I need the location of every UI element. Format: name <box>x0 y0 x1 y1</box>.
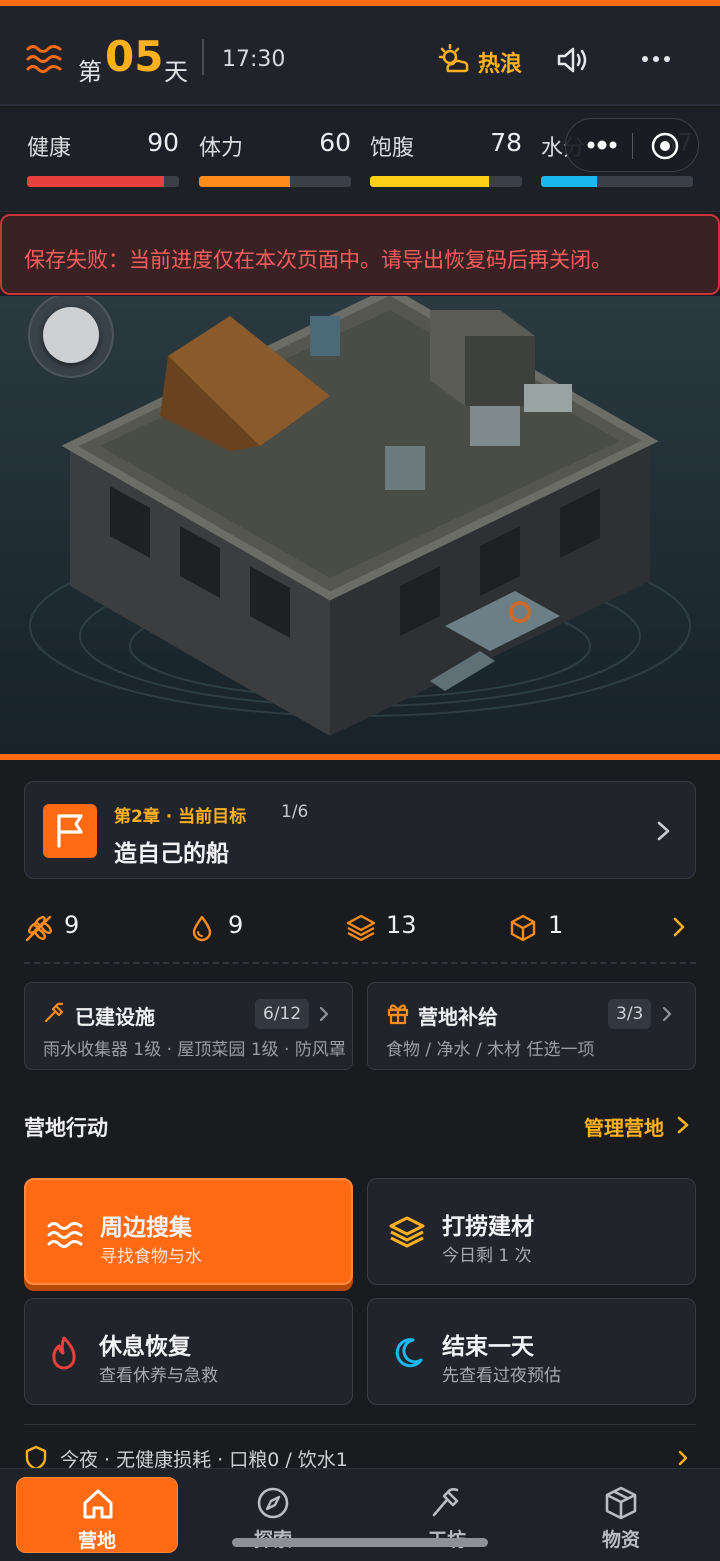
capsule-close-icon[interactable] <box>650 131 680 161</box>
flag-icon <box>43 804 97 858</box>
chevron-right-icon <box>673 917 685 937</box>
goal-title: 造自己的船 <box>114 841 229 867</box>
action-subtitle: 今日剩 1 次 <box>442 1246 532 1266</box>
dashed-divider <box>24 962 696 964</box>
stat-label: 体力 <box>199 136 244 161</box>
chevron-right-icon[interactable] <box>676 1114 690 1136</box>
home-icon <box>83 1489 113 1519</box>
virtual-joystick[interactable] <box>28 296 114 378</box>
supplies-card[interactable]: 营地补给 3/3 食物 / 净水 / 木材 任选一项 <box>367 982 696 1070</box>
stat-value: 90 <box>147 128 179 157</box>
facilities-card[interactable]: 已建设施 6/12 雨水收集器 1级 · 屋顶菜园 1级 · 防风罩 <box>24 982 353 1070</box>
game-time: 17:30 <box>222 47 286 72</box>
facilities-title: 已建设施 <box>75 1005 155 1029</box>
stat-value: 60 <box>319 128 351 157</box>
resource-value: 13 <box>386 911 417 939</box>
save-error-text: 保存失败：当前进度仅在本次页面中。请导出恢复码后再关闭。 <box>24 248 612 272</box>
supplies-options: 食物 / 净水 / 木材 任选一项 <box>386 1040 595 1060</box>
bottom-tab-bar: 营地 探索 工坊 物资 <box>0 1468 720 1561</box>
goal-chapter: 第2章 · 当前目标 <box>114 807 247 827</box>
action-title: 周边搜集 <box>100 1215 192 1241</box>
game-scene[interactable] <box>0 296 720 754</box>
action-title: 休息恢复 <box>99 1334 191 1360</box>
manage-camp-link[interactable]: 管理营地 <box>584 1112 664 1141</box>
layers-icon <box>389 1216 425 1248</box>
facilities-list: 雨水收集器 1级 · 屋顶菜园 1级 · 防风罩 <box>43 1040 346 1060</box>
flame-icon <box>52 1336 76 1370</box>
hammer-icon <box>44 1002 64 1023</box>
day-number: 05 <box>105 32 164 81</box>
resource-value: 9 <box>228 911 244 939</box>
save-error-banner: 保存失败：当前进度仅在本次页面中。请导出恢复码后再关闭。 <box>0 214 720 295</box>
mini-program-capsule <box>565 118 699 172</box>
stat-bar <box>199 176 351 187</box>
supplies-count-badge: 3/3 <box>608 999 652 1029</box>
chevron-right-icon <box>657 821 670 841</box>
water-drop-icon <box>192 915 212 942</box>
weather-label[interactable]: 热浪 <box>478 46 522 78</box>
grain-icon <box>25 915 52 942</box>
wave-icon <box>26 45 62 73</box>
home-indicator <box>232 1538 488 1547</box>
facilities-count-badge: 6/12 <box>255 999 310 1029</box>
action-subtitle: 查看休养与急救 <box>99 1366 218 1386</box>
stat-bar-fill <box>27 176 164 187</box>
stat-stamina: 体力 60 <box>199 128 351 190</box>
stat-bar <box>541 176 693 187</box>
stat-bar <box>370 176 522 187</box>
supplies-title: 营地补给 <box>418 1005 498 1029</box>
more-icon[interactable] <box>640 52 672 66</box>
game-header: 第 05 天 17:30 热浪 <box>0 6 720 106</box>
sun-cloud-icon <box>438 44 469 73</box>
stat-bar <box>27 176 179 187</box>
hammer-icon <box>432 1488 459 1517</box>
action-subtitle: 先查看过夜预估 <box>442 1366 561 1386</box>
stat-label: 饱腹 <box>370 136 415 161</box>
night-forecast-row[interactable]: 今夜 · 无健康损耗 · 口粮0 / 饮水1 <box>24 1424 696 1471</box>
stat-bar-fill <box>541 176 598 187</box>
resource-value: 9 <box>64 911 80 939</box>
compass-icon <box>257 1487 289 1519</box>
gift-icon <box>387 1004 409 1025</box>
speaker-icon[interactable] <box>556 46 590 74</box>
rest-button[interactable]: 休息恢复 查看休养与急救 <box>24 1298 353 1405</box>
box-icon <box>510 914 536 942</box>
stat-value: 78 <box>490 128 522 157</box>
day-prefix: 第 <box>78 58 102 86</box>
layers-icon <box>346 914 376 942</box>
tab-camp[interactable]: 营地 <box>16 1477 178 1553</box>
header-divider <box>202 39 204 75</box>
capsule-divider <box>632 133 633 159</box>
end-day-button[interactable]: 结束一天 先查看过夜预估 <box>367 1298 696 1405</box>
resource-value: 1 <box>548 911 564 939</box>
tab-label: 物资 <box>601 1529 640 1551</box>
tab-supplies[interactable]: 物资 <box>540 1477 702 1553</box>
chevron-right-icon <box>678 1450 688 1466</box>
day-suffix: 天 <box>164 58 188 86</box>
wave-icon <box>47 1222 83 1248</box>
salvage-button[interactable]: 打捞建材 今日剩 1 次 <box>367 1178 696 1285</box>
joystick-knob[interactable] <box>43 307 99 363</box>
capsule-menu-icon[interactable] <box>586 138 622 152</box>
camp-actions-title: 营地行动 <box>24 1116 108 1140</box>
scene-bottom-rule <box>0 754 720 760</box>
stat-bar-fill <box>370 176 489 187</box>
resource-summary[interactable]: 9 9 13 1 <box>24 903 696 953</box>
moon-icon <box>395 1338 423 1368</box>
chevron-right-icon <box>662 1006 672 1022</box>
chapter-goal-card[interactable]: 第2章 · 当前目标 1/6 造自己的船 <box>24 781 696 879</box>
crate-icon <box>605 1486 637 1520</box>
action-title: 打捞建材 <box>442 1214 534 1240</box>
action-subtitle: 寻找食物与水 <box>100 1247 202 1267</box>
tab-label: 营地 <box>77 1530 116 1552</box>
stat-satiety: 饱腹 78 <box>370 128 522 190</box>
stat-label: 健康 <box>27 136 72 161</box>
chevron-right-icon <box>319 1006 329 1022</box>
action-title: 结束一天 <box>442 1334 534 1360</box>
forage-button[interactable]: 周边搜集 寻找食物与水 <box>24 1178 353 1285</box>
stat-bar-fill <box>199 176 291 187</box>
flooded-building-illustration <box>0 296 720 754</box>
stat-health: 健康 90 <box>27 128 179 190</box>
goal-progress: 1/6 <box>281 802 309 822</box>
